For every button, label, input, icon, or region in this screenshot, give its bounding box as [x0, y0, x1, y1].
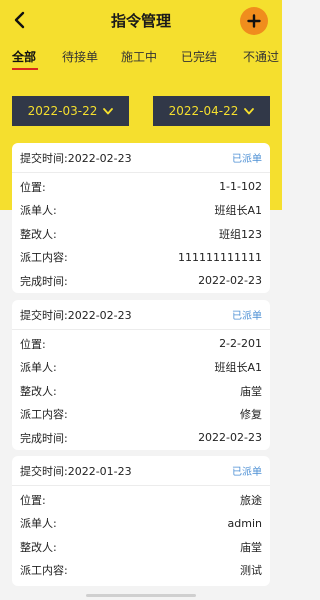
- order-card[interactable]: 提交时间:2022-01-23 已派单 位置: 旅途 派单人: admin 整改人:…: [12, 456, 270, 586]
- submit-time: 提交时间:2022-01-23: [20, 464, 132, 478]
- rectifier-value: 庙堂: [240, 540, 262, 554]
- rectifier-value: 庙堂: [240, 384, 262, 398]
- rectifier-value: 班组123: [219, 227, 262, 241]
- home-indicator: [86, 594, 196, 597]
- dispatcher-label: 派单人:: [20, 361, 57, 375]
- tab-pending[interactable]: 待接单: [62, 48, 98, 65]
- active-tab-indicator: [12, 68, 38, 70]
- content-value: 测试: [240, 564, 262, 578]
- location-row: 位置: 旅途: [12, 488, 270, 512]
- dispatcher-value: 班组长A1: [214, 361, 262, 375]
- start-date-picker[interactable]: 2022-03-22: [12, 96, 129, 126]
- rectifier-row: 整改人: 庙堂: [12, 535, 270, 559]
- dispatcher-value: admin: [227, 516, 262, 530]
- location-label: 位置:: [20, 180, 46, 194]
- content-label: 派工内容:: [20, 251, 68, 265]
- plus-icon: [247, 14, 261, 28]
- end-date-picker[interactable]: 2022-04-22: [153, 96, 270, 126]
- rectifier-label: 整改人:: [20, 227, 57, 241]
- tab-all[interactable]: 全部: [12, 48, 36, 65]
- submit-time: 提交时间:2022-02-23: [20, 308, 132, 322]
- dispatcher-label: 派单人:: [20, 517, 57, 531]
- completed-value: 2022-02-23: [198, 431, 262, 445]
- location-label: 位置:: [20, 337, 46, 351]
- rectifier-row: 整改人: 庙堂: [12, 379, 270, 403]
- content-row: 派工内容: 修复: [12, 403, 270, 427]
- chevron-down-icon: [103, 107, 114, 114]
- status-badge: 已派单: [232, 311, 262, 322]
- top-bar: 指令管理: [0, 0, 282, 40]
- rectifier-label: 整改人:: [20, 384, 57, 398]
- end-date-value: 2022-04-22: [168, 104, 239, 118]
- order-card[interactable]: 提交时间:2022-02-23 已派单 位置: 1-1-102 派单人: 班组长A1…: [12, 143, 270, 293]
- status-badge: 已派单: [232, 467, 262, 478]
- location-label: 位置:: [20, 493, 46, 507]
- content-row: 派工内容: 111111111111: [12, 246, 270, 270]
- completed-label: 完成时间:: [20, 431, 68, 445]
- content-row: 派工内容: 测试: [12, 559, 270, 583]
- location-value: 1-1-102: [219, 180, 262, 194]
- card-header: 提交时间:2022-02-23 已派单: [12, 143, 270, 173]
- completed-row: 完成时间: 2022-02-23: [12, 269, 270, 293]
- status-tabs: 全部 待接单 施工中 已完结 不通过: [0, 48, 282, 74]
- completed-value: 2022-02-23: [198, 274, 262, 288]
- start-date-value: 2022-03-22: [27, 104, 98, 118]
- rectifier-label: 整改人:: [20, 540, 57, 554]
- submit-time: 提交时间:2022-02-23: [20, 151, 132, 165]
- completed-label: 完成时间:: [20, 274, 68, 288]
- completed-row: 完成时间: 2022-02-23: [12, 426, 270, 450]
- tab-completed[interactable]: 已完结: [181, 48, 217, 65]
- dispatcher-row: 派单人: 班组长A1: [12, 356, 270, 380]
- dispatcher-row: 派单人: 班组长A1: [12, 199, 270, 223]
- order-card[interactable]: 提交时间:2022-02-23 已派单 位置: 2-2-201 派单人: 班组长A1…: [12, 300, 270, 450]
- content-value: 111111111111: [178, 250, 262, 264]
- content-value: 修复: [240, 408, 262, 422]
- chevron-down-icon: [244, 107, 255, 114]
- card-header: 提交时间:2022-02-23 已派单: [12, 300, 270, 330]
- rectifier-row: 整改人: 班组123: [12, 222, 270, 246]
- location-value: 2-2-201: [219, 337, 262, 351]
- location-row: 位置: 2-2-201: [12, 332, 270, 356]
- location-row: 位置: 1-1-102: [12, 175, 270, 199]
- dispatcher-value: 班组长A1: [214, 204, 262, 218]
- content-label: 派工内容:: [20, 564, 68, 578]
- status-badge: 已派单: [232, 154, 262, 165]
- tab-rejected[interactable]: 不通过: [243, 48, 279, 65]
- location-value: 旅途: [240, 493, 262, 507]
- content-label: 派工内容:: [20, 408, 68, 422]
- dispatcher-row: 派单人: admin: [12, 512, 270, 536]
- dispatcher-label: 派单人:: [20, 204, 57, 218]
- card-header: 提交时间:2022-01-23 已派单: [12, 456, 270, 486]
- tab-in-progress[interactable]: 施工中: [121, 48, 157, 65]
- add-button[interactable]: [240, 7, 268, 35]
